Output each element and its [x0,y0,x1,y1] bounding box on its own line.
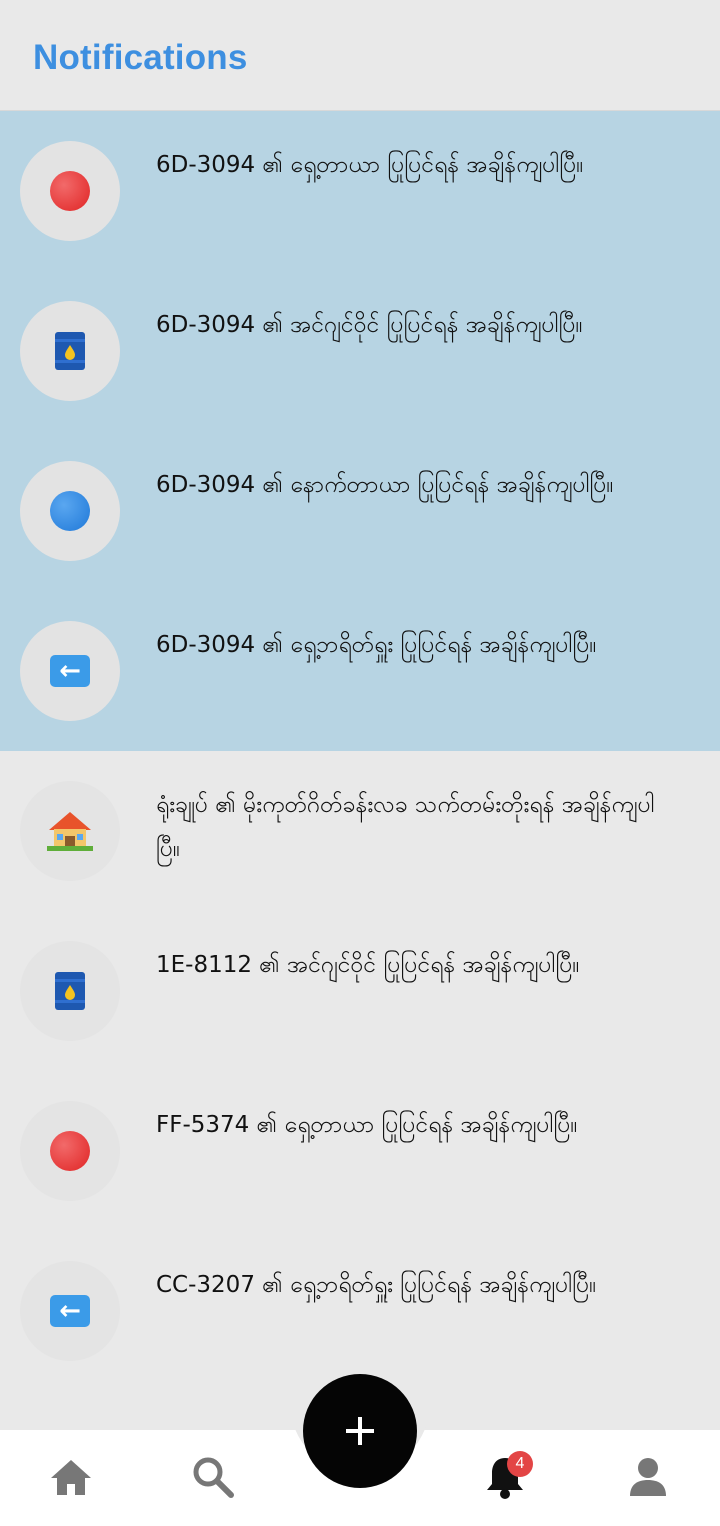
notification-item[interactable]: ရုံးချုပ် ၏ မိုးကုတ်ဂိတ်ခန်းလခ သက်တမ်းတိ… [0,751,720,911]
page-title: Notifications [33,38,248,77]
notification-text: FF-5374 ၏ ရှေ့တာယာ ပြုပြင်ရန် အချိန်ကျပါ… [156,1112,578,1138]
app-header: Notifications [0,0,720,111]
blue-circle-icon [50,491,90,531]
notification-icon-container [20,301,120,401]
notification-item[interactable]: 6D-3094 ၏ နောက်တာယာ ပြုပြင်ရန် အချိန်ကျပ… [0,431,720,591]
notification-item[interactable]: 1E-8112 ၏ အင်ဂျင်ဝိုင် ပြုပြင်ရန် အချိန်… [0,911,720,1071]
notification-item[interactable]: ← CC-3207 ၏ ရှေ့ဘရိတ်ရှူး ပြုပြင်ရန် အချ… [0,1231,720,1391]
nav-profile-button[interactable] [623,1452,673,1502]
notification-list: 6D-3094 ၏ ရှေ့တာယာ ပြုပြင်ရန် အချိန်ကျပါ… [0,111,720,1391]
nav-home-button[interactable] [46,1452,96,1502]
profile-icon [630,1458,666,1496]
red-circle-icon [50,1131,90,1171]
nav-search-button[interactable] [188,1452,238,1502]
red-circle-icon [50,171,90,211]
notification-item[interactable]: FF-5374 ၏ ရှေ့တာယာ ပြုပြင်ရန် အချိန်ကျပါ… [0,1071,720,1231]
notification-text: ရုံးချုပ် ၏ မိုးကုတ်ဂိတ်ခန်းလခ သက်တမ်းတိ… [156,792,655,862]
add-button[interactable] [303,1374,417,1488]
left-arrow-icon: ← [50,655,90,687]
notification-text: 1E-8112 ၏ အင်ဂျင်ဝိုင် ပြုပြင်ရန် အချိန်… [156,952,580,978]
notification-icon-container [20,1101,120,1201]
notification-icon-container [20,461,120,561]
notification-text: 6D-3094 ၏ ရှေ့တာယာ ပြုပြင်ရန် အချိန်ကျပါ… [156,152,584,178]
notification-text: 6D-3094 ၏ အင်ဂျင်ဝိုင် ပြုပြင်ရန် အချိန်… [156,312,583,338]
house-icon [47,812,93,851]
notification-text: 6D-3094 ၏ နောက်တာယာ ပြုပြင်ရန် အချိန်ကျပ… [156,472,614,498]
oil-barrel-icon [55,332,85,370]
left-arrow-icon: ← [50,1295,90,1327]
notification-text: CC-3207 ၏ ရှေ့ဘရိတ်ရှူး ပြုပြင်ရန် အချိန… [156,1272,597,1298]
notification-icon-container [20,781,120,881]
oil-barrel-icon [55,972,85,1010]
search-icon [193,1457,234,1498]
add-icon [346,1417,374,1445]
notification-icon-container: ← [20,621,120,721]
notification-icon-container [20,941,120,1041]
notification-icon-container [20,141,120,241]
notification-count-badge: 4 [507,1451,533,1477]
notification-item[interactable]: ← 6D-3094 ၏ ရှေ့ဘရိတ်ရှူး ပြုပြင်ရန် အချ… [0,591,720,751]
notification-text: 6D-3094 ၏ ရှေ့ဘရိတ်ရှူး ပြုပြင်ရန် အချိန… [156,632,597,658]
home-icon [51,1460,91,1495]
notification-item[interactable]: 6D-3094 ၏ ရှေ့တာယာ ပြုပြင်ရန် အချိန်ကျပါ… [0,111,720,271]
notification-icon-container: ← [20,1261,120,1361]
notification-item[interactable]: 6D-3094 ၏ အင်ဂျင်ဝိုင် ပြုပြင်ရန် အချိန်… [0,271,720,431]
